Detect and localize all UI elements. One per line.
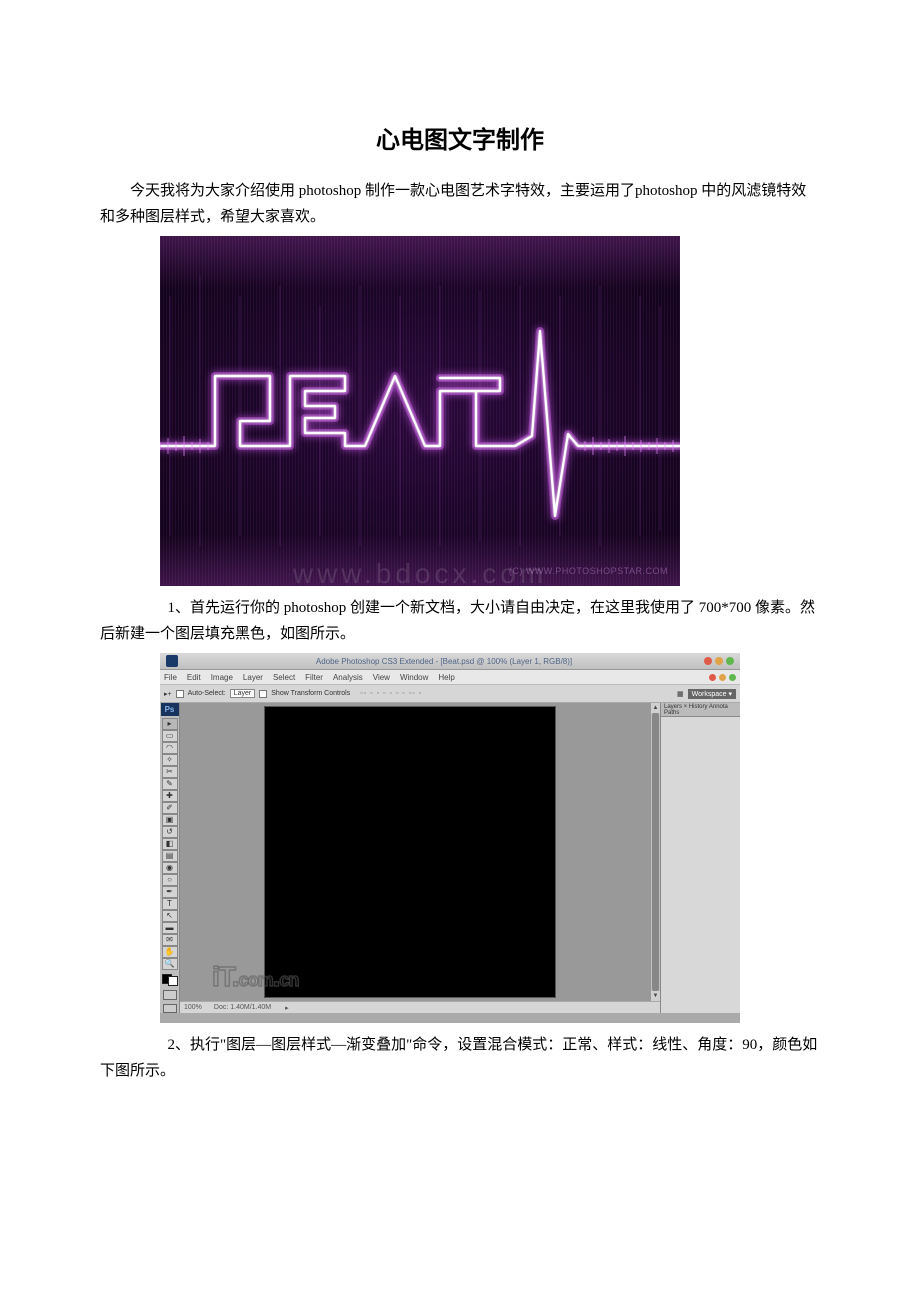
doc-close-icon[interactable] (709, 674, 716, 681)
wand-tool[interactable]: ✧ (162, 754, 178, 766)
ps-logo-icon: Ps (161, 703, 179, 716)
lasso-tool[interactable]: ◠ (162, 742, 178, 754)
background-color[interactable] (168, 976, 178, 986)
panel-content[interactable] (661, 717, 740, 1013)
figure1-overlay-watermark: www.bdocx.com (293, 558, 547, 586)
photoshop-window: Adobe Photoshop CS3 Extended - [Beat.psd… (160, 653, 740, 1023)
show-transform-checkbox[interactable] (259, 690, 267, 698)
intro-paragraph: 今天我将为大家介绍使用 photoshop 制作一款心电图艺术字特效，主要运用了… (100, 179, 820, 230)
scrollbar-thumb[interactable] (652, 713, 659, 991)
menu-help[interactable]: Help (438, 673, 454, 682)
screen-mode-icon[interactable] (163, 1004, 177, 1013)
canvas[interactable] (265, 707, 555, 997)
go-to-bridge-icon[interactable]: ▦ (677, 690, 684, 698)
status-bar: 100% Doc: 1.40M/1.40M ▸ (180, 1001, 660, 1013)
canvas-area: ▲ ▼ 100% Doc: 1.40M/1.40M ▸ iT.com.cn (180, 703, 660, 1013)
stamp-tool[interactable]: ▣ (162, 814, 178, 826)
window-traffic-lights[interactable] (704, 657, 734, 665)
eyedropper-tool[interactable]: ✎ (162, 778, 178, 790)
minimize-icon[interactable] (715, 657, 723, 665)
menu-analysis[interactable]: Analysis (333, 673, 363, 682)
vertical-scrollbar[interactable]: ▲ ▼ (650, 703, 660, 1001)
path-tool[interactable]: ↖ (162, 910, 178, 922)
menubar: File Edit Image Layer Select Filter Anal… (160, 670, 740, 685)
beat-effect-image: (C) WWW.PHOTOSHOPSTAR.COM www.bdocx.com (160, 236, 680, 586)
photoshop-app-icon (166, 655, 178, 667)
move-tool-icon: ▸+ (164, 690, 172, 698)
heal-tool[interactable]: ✚ (162, 790, 178, 802)
panel: Layers × History Annota Paths (660, 703, 740, 1013)
zoom-level[interactable]: 100% (184, 1004, 202, 1011)
menu-edit[interactable]: Edit (187, 673, 201, 682)
menu-filter[interactable]: Filter (305, 673, 323, 682)
window-title: Adobe Photoshop CS3 Extended - [Beat.psd… (184, 657, 704, 666)
menu-layer[interactable]: Layer (243, 673, 263, 682)
menu-file[interactable]: File (164, 673, 177, 682)
menu-window[interactable]: Window (400, 673, 428, 682)
auto-select-checkbox[interactable] (176, 690, 184, 698)
scroll-down-icon[interactable]: ▼ (651, 991, 660, 1001)
marquee-tool[interactable]: ▭ (162, 730, 178, 742)
shape-tool[interactable]: ▬ (162, 922, 178, 934)
dodge-tool[interactable]: ○ (162, 874, 178, 886)
color-swatches[interactable] (162, 974, 178, 987)
doc-size: Doc: 1.40M/1.40M (214, 1004, 271, 1011)
blur-tool[interactable]: ◉ (162, 862, 178, 874)
menu-select[interactable]: Select (273, 673, 295, 682)
gradient-tool[interactable]: ▤ (162, 850, 178, 862)
zoom-tool[interactable]: 🔍 (162, 958, 178, 970)
workspace-dropdown[interactable]: Workspace ▾ (688, 689, 736, 699)
close-icon[interactable] (704, 657, 712, 665)
auto-select-label: Auto-Select: (188, 690, 226, 697)
step-1: 1、首先运行你的 photoshop 创建一个新文档，大小请自由决定，在这里我使… (100, 596, 820, 647)
menu-view[interactable]: View (373, 673, 390, 682)
photoshop-body: Ps ▸ ▭ ◠ ✧ ✂ ✎ ✚ ✐ ▣ ↺ ◧ ▤ ◉ ○ ✒ T ↖ ▬ ✉ (160, 703, 740, 1013)
figure2-watermark: iT.com.cn (212, 961, 298, 993)
move-tool[interactable]: ▸ (162, 718, 178, 730)
doc-zoom-icon[interactable] (729, 674, 736, 681)
history-brush-tool[interactable]: ↺ (162, 826, 178, 838)
quick-mask-icon[interactable] (163, 990, 177, 999)
notes-tool[interactable]: ✉ (162, 934, 178, 946)
beat-waveform (160, 236, 680, 586)
zoom-icon[interactable] (726, 657, 734, 665)
crop-tool[interactable]: ✂ (162, 766, 178, 778)
toolbox: Ps ▸ ▭ ◠ ✧ ✂ ✎ ✚ ✐ ▣ ↺ ◧ ▤ ◉ ○ ✒ T ↖ ▬ ✉ (160, 703, 180, 1013)
menu-image[interactable]: Image (211, 673, 233, 682)
show-transform-label: Show Transform Controls (271, 690, 350, 697)
step-2: 2、执行"图层—图层样式—渐变叠加"命令，设置混合模式：正常、样式：线性、角度：… (100, 1033, 820, 1084)
status-arrow-icon[interactable]: ▸ (285, 1004, 289, 1012)
align-icons[interactable]: ▫▫ ▫ ▫ ▫ ▫ ▫ ▫ ▫▫ ▫ (360, 690, 422, 697)
titlebar: Adobe Photoshop CS3 Extended - [Beat.psd… (160, 653, 740, 670)
figure-1: (C) WWW.PHOTOSHOPSTAR.COM www.bdocx.com (160, 236, 820, 586)
doc-minimize-icon[interactable] (719, 674, 726, 681)
page-title: 心电图文字制作 (100, 120, 820, 155)
type-tool[interactable]: T (162, 898, 178, 910)
panel-tabs[interactable]: Layers × History Annota Paths (661, 703, 740, 717)
auto-select-dropdown[interactable]: Layer (230, 689, 256, 698)
options-bar: ▸+ Auto-Select: Layer Show Transform Con… (160, 685, 740, 703)
brush-tool[interactable]: ✐ (162, 802, 178, 814)
pen-tool[interactable]: ✒ (162, 886, 178, 898)
figure-2: Adobe Photoshop CS3 Extended - [Beat.psd… (160, 653, 820, 1023)
hand-tool[interactable]: ✋ (162, 946, 178, 958)
scroll-up-icon[interactable]: ▲ (651, 703, 660, 713)
eraser-tool[interactable]: ◧ (162, 838, 178, 850)
